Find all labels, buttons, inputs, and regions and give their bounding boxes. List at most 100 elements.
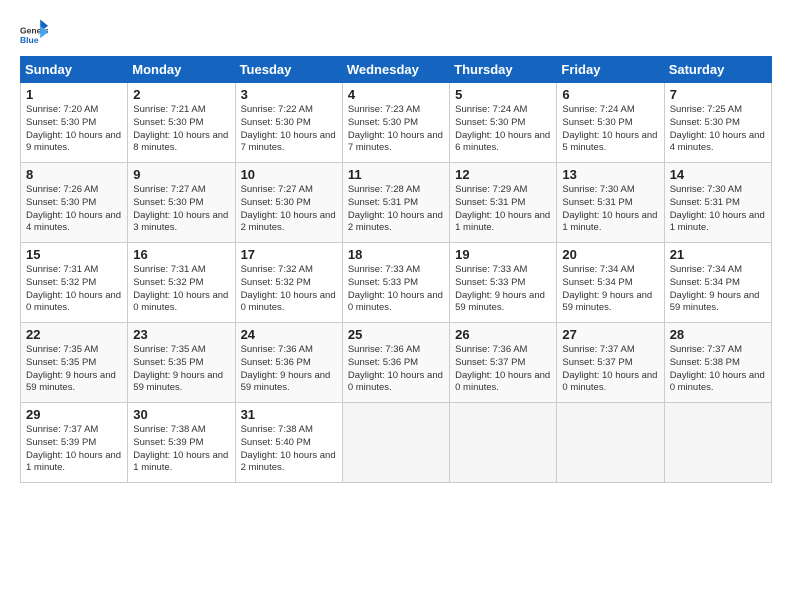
calendar-cell: 12 Sunrise: 7:29 AM Sunset: 5:31 PM Dayl… (450, 163, 557, 243)
day-number: 24 (241, 327, 337, 342)
calendar-cell: 14 Sunrise: 7:30 AM Sunset: 5:31 PM Dayl… (664, 163, 771, 243)
sunset-text: Sunset: 5:30 PM (348, 117, 418, 128)
calendar-cell: 9 Sunrise: 7:27 AM Sunset: 5:30 PM Dayli… (128, 163, 235, 243)
daylight-text: Daylight: 10 hours and 4 minutes. (670, 130, 765, 154)
day-number: 3 (241, 87, 337, 102)
day-info: Sunrise: 7:37 AM Sunset: 5:38 PM Dayligh… (670, 344, 766, 395)
day-number: 16 (133, 247, 229, 262)
daylight-text: Daylight: 10 hours and 3 minutes. (133, 210, 228, 234)
daylight-text: Daylight: 10 hours and 2 minutes. (241, 210, 336, 234)
week-row-5: 29 Sunrise: 7:37 AM Sunset: 5:39 PM Dayl… (21, 403, 772, 483)
sunset-text: Sunset: 5:34 PM (670, 277, 740, 288)
sunset-text: Sunset: 5:32 PM (26, 277, 96, 288)
calendar-cell: 4 Sunrise: 7:23 AM Sunset: 5:30 PM Dayli… (342, 83, 449, 163)
sunrise-text: Sunrise: 7:38 AM (133, 424, 205, 435)
sunrise-text: Sunrise: 7:33 AM (455, 264, 527, 275)
sunset-text: Sunset: 5:30 PM (670, 117, 740, 128)
day-info: Sunrise: 7:30 AM Sunset: 5:31 PM Dayligh… (670, 184, 766, 235)
weekday-header-saturday: Saturday (664, 57, 771, 83)
daylight-text: Daylight: 10 hours and 5 minutes. (562, 130, 657, 154)
sunset-text: Sunset: 5:36 PM (348, 357, 418, 368)
daylight-text: Daylight: 10 hours and 1 minute. (26, 450, 121, 474)
daylight-text: Daylight: 9 hours and 59 minutes. (455, 290, 545, 314)
day-number: 23 (133, 327, 229, 342)
week-row-1: 1 Sunrise: 7:20 AM Sunset: 5:30 PM Dayli… (21, 83, 772, 163)
day-number: 26 (455, 327, 551, 342)
day-info: Sunrise: 7:36 AM Sunset: 5:37 PM Dayligh… (455, 344, 551, 395)
day-number: 22 (26, 327, 122, 342)
weekday-header-tuesday: Tuesday (235, 57, 342, 83)
calendar-cell: 24 Sunrise: 7:36 AM Sunset: 5:36 PM Dayl… (235, 323, 342, 403)
day-info: Sunrise: 7:32 AM Sunset: 5:32 PM Dayligh… (241, 264, 337, 315)
daylight-text: Daylight: 10 hours and 1 minute. (562, 210, 657, 234)
daylight-text: Daylight: 9 hours and 59 minutes. (133, 370, 223, 394)
calendar-cell: 6 Sunrise: 7:24 AM Sunset: 5:30 PM Dayli… (557, 83, 664, 163)
sunrise-text: Sunrise: 7:27 AM (241, 184, 313, 195)
day-number: 10 (241, 167, 337, 182)
daylight-text: Daylight: 10 hours and 9 minutes. (26, 130, 121, 154)
sunset-text: Sunset: 5:33 PM (348, 277, 418, 288)
day-number: 31 (241, 407, 337, 422)
daylight-text: Daylight: 9 hours and 59 minutes. (670, 290, 760, 314)
sunset-text: Sunset: 5:36 PM (241, 357, 311, 368)
calendar-table: SundayMondayTuesdayWednesdayThursdayFrid… (20, 56, 772, 483)
sunrise-text: Sunrise: 7:30 AM (670, 184, 742, 195)
day-number: 12 (455, 167, 551, 182)
daylight-text: Daylight: 10 hours and 4 minutes. (26, 210, 121, 234)
day-number: 7 (670, 87, 766, 102)
calendar-cell: 21 Sunrise: 7:34 AM Sunset: 5:34 PM Dayl… (664, 243, 771, 323)
day-info: Sunrise: 7:34 AM Sunset: 5:34 PM Dayligh… (670, 264, 766, 315)
day-number: 27 (562, 327, 658, 342)
day-number: 11 (348, 167, 444, 182)
day-info: Sunrise: 7:36 AM Sunset: 5:36 PM Dayligh… (241, 344, 337, 395)
sunset-text: Sunset: 5:38 PM (670, 357, 740, 368)
calendar-cell: 22 Sunrise: 7:35 AM Sunset: 5:35 PM Dayl… (21, 323, 128, 403)
sunrise-text: Sunrise: 7:34 AM (670, 264, 742, 275)
day-info: Sunrise: 7:35 AM Sunset: 5:35 PM Dayligh… (133, 344, 229, 395)
day-info: Sunrise: 7:24 AM Sunset: 5:30 PM Dayligh… (562, 104, 658, 155)
daylight-text: Daylight: 10 hours and 2 minutes. (348, 210, 443, 234)
day-info: Sunrise: 7:27 AM Sunset: 5:30 PM Dayligh… (241, 184, 337, 235)
day-info: Sunrise: 7:37 AM Sunset: 5:39 PM Dayligh… (26, 424, 122, 475)
calendar-cell: 18 Sunrise: 7:33 AM Sunset: 5:33 PM Dayl… (342, 243, 449, 323)
day-info: Sunrise: 7:34 AM Sunset: 5:34 PM Dayligh… (562, 264, 658, 315)
day-info: Sunrise: 7:33 AM Sunset: 5:33 PM Dayligh… (455, 264, 551, 315)
sunrise-text: Sunrise: 7:31 AM (133, 264, 205, 275)
calendar-cell: 23 Sunrise: 7:35 AM Sunset: 5:35 PM Dayl… (128, 323, 235, 403)
day-number: 19 (455, 247, 551, 262)
day-info: Sunrise: 7:24 AM Sunset: 5:30 PM Dayligh… (455, 104, 551, 155)
day-number: 6 (562, 87, 658, 102)
day-info: Sunrise: 7:28 AM Sunset: 5:31 PM Dayligh… (348, 184, 444, 235)
day-number: 5 (455, 87, 551, 102)
sunset-text: Sunset: 5:31 PM (455, 197, 525, 208)
daylight-text: Daylight: 10 hours and 0 minutes. (562, 370, 657, 394)
daylight-text: Daylight: 10 hours and 2 minutes. (241, 450, 336, 474)
day-number: 9 (133, 167, 229, 182)
sunset-text: Sunset: 5:39 PM (133, 437, 203, 448)
sunrise-text: Sunrise: 7:20 AM (26, 104, 98, 115)
daylight-text: Daylight: 10 hours and 0 minutes. (241, 290, 336, 314)
day-info: Sunrise: 7:38 AM Sunset: 5:39 PM Dayligh… (133, 424, 229, 475)
day-number: 17 (241, 247, 337, 262)
calendar-cell (342, 403, 449, 483)
sunset-text: Sunset: 5:35 PM (26, 357, 96, 368)
day-info: Sunrise: 7:35 AM Sunset: 5:35 PM Dayligh… (26, 344, 122, 395)
daylight-text: Daylight: 9 hours and 59 minutes. (562, 290, 652, 314)
calendar-cell: 31 Sunrise: 7:38 AM Sunset: 5:40 PM Dayl… (235, 403, 342, 483)
calendar-cell: 19 Sunrise: 7:33 AM Sunset: 5:33 PM Dayl… (450, 243, 557, 323)
weekday-header-row: SundayMondayTuesdayWednesdayThursdayFrid… (21, 57, 772, 83)
day-info: Sunrise: 7:21 AM Sunset: 5:30 PM Dayligh… (133, 104, 229, 155)
calendar-cell: 13 Sunrise: 7:30 AM Sunset: 5:31 PM Dayl… (557, 163, 664, 243)
daylight-text: Daylight: 9 hours and 59 minutes. (26, 370, 116, 394)
day-info: Sunrise: 7:22 AM Sunset: 5:30 PM Dayligh… (241, 104, 337, 155)
svg-text:Blue: Blue (20, 35, 39, 45)
sunrise-text: Sunrise: 7:24 AM (562, 104, 634, 115)
sunrise-text: Sunrise: 7:32 AM (241, 264, 313, 275)
sunset-text: Sunset: 5:30 PM (133, 197, 203, 208)
day-number: 2 (133, 87, 229, 102)
sunrise-text: Sunrise: 7:34 AM (562, 264, 634, 275)
sunset-text: Sunset: 5:37 PM (562, 357, 632, 368)
day-info: Sunrise: 7:25 AM Sunset: 5:30 PM Dayligh… (670, 104, 766, 155)
day-info: Sunrise: 7:37 AM Sunset: 5:37 PM Dayligh… (562, 344, 658, 395)
day-number: 30 (133, 407, 229, 422)
